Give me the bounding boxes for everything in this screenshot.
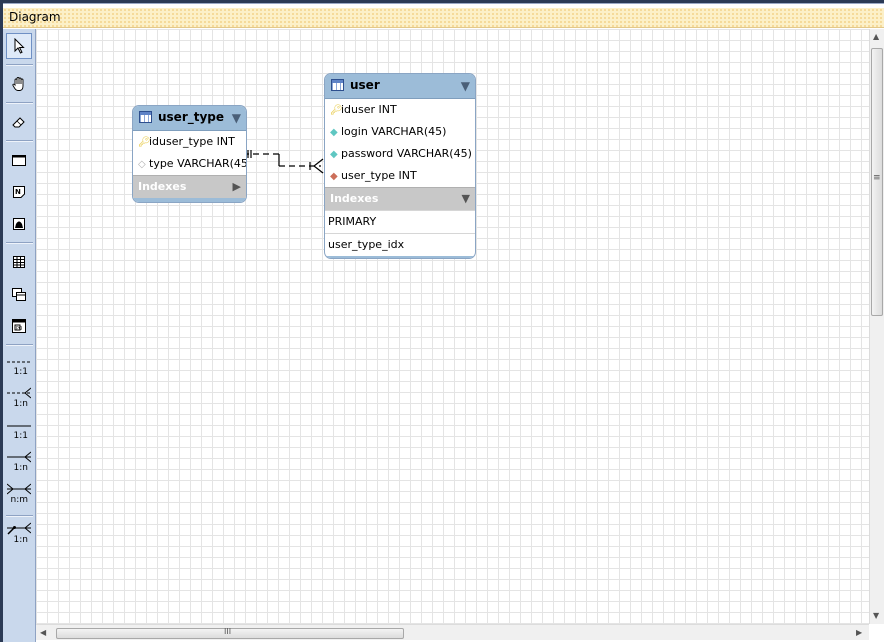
- table-header[interactable]: user_type ▼: [133, 106, 246, 131]
- scroll-grip: III: [224, 627, 232, 636]
- svg-text:PQ: PQ: [16, 325, 23, 331]
- rel-label: 1:1: [13, 367, 28, 377]
- scroll-up-arrow-icon[interactable]: ▲: [873, 32, 879, 41]
- indexes-header[interactable]: Indexes ▶: [133, 175, 246, 198]
- not-null-column-icon: ◆: [330, 127, 338, 138]
- vertical-scrollbar[interactable]: ▲ ≡ ▼: [869, 29, 884, 624]
- diagram-toolbar: N PQ 1:1 1:n 1:1 1:n n:m 1:n: [3, 29, 36, 642]
- table-footer: [325, 256, 475, 258]
- column-row[interactable]: ◆ login VARCHAR(45): [325, 121, 475, 143]
- image-icon: [13, 218, 25, 230]
- scroll-right-arrow-icon[interactable]: ▶: [856, 628, 862, 637]
- primary-key-icon: 🔑︎: [330, 105, 343, 116]
- rel-existing-columns-button[interactable]: 1:n: [6, 519, 32, 549]
- table-icon: [13, 256, 25, 268]
- column-label: type VARCHAR(45): [149, 157, 247, 170]
- scroll-down-arrow-icon[interactable]: ▼: [873, 611, 879, 620]
- expand-triangle-icon[interactable]: ▶: [233, 176, 241, 198]
- nullable-column-icon: ◇: [138, 159, 146, 170]
- collapse-triangle-icon[interactable]: ▼: [232, 111, 241, 125]
- column-row[interactable]: 🔑︎ iduser INT: [325, 99, 475, 121]
- indexes-header[interactable]: Indexes ▼: [325, 187, 475, 210]
- note-tool-button[interactable]: N: [6, 179, 32, 205]
- routine-group-icon: PQ: [12, 319, 26, 333]
- scroll-grip: ≡: [873, 173, 881, 183]
- view-icon: [12, 288, 26, 301]
- layer-tool-button[interactable]: [6, 147, 32, 173]
- image-tool-button[interactable]: [6, 211, 32, 237]
- diagram-canvas[interactable]: user_type ▼ 🔑︎ iduser_type INT ◇ type VA…: [36, 29, 869, 624]
- panel-title: Diagram: [3, 8, 884, 28]
- table-icon: [139, 111, 152, 123]
- note-icon: N: [13, 186, 25, 198]
- column-label: iduser INT: [341, 103, 397, 116]
- rel-1-1-solid-icon: [7, 425, 31, 427]
- rel-label: 1:1: [13, 431, 28, 441]
- index-row[interactable]: PRIMARY: [325, 210, 475, 233]
- rel-label: 1:n: [13, 399, 28, 409]
- view-tool-button[interactable]: [6, 281, 32, 307]
- eraser-tool-button[interactable]: [6, 109, 32, 135]
- horizontal-scroll-thumb[interactable]: III: [56, 627, 404, 639]
- foreign-key-column-icon: ◆: [330, 171, 338, 182]
- pointer-tool-button[interactable]: [6, 33, 32, 59]
- table-tool-button[interactable]: [6, 249, 32, 275]
- hand-tool-button[interactable]: [6, 71, 32, 97]
- table-header[interactable]: user ▼: [325, 74, 475, 99]
- rel-1-n-solid-button[interactable]: 1:n: [6, 449, 32, 479]
- table-name: user_type: [158, 110, 225, 124]
- rel-n-m-icon: [7, 483, 31, 495]
- rel-n-m-button[interactable]: n:m: [6, 481, 32, 511]
- collapse-triangle-icon[interactable]: ▼: [461, 79, 470, 93]
- column-label: iduser_type INT: [149, 135, 235, 148]
- indexes-label: Indexes: [330, 192, 379, 205]
- rel-label: 1:n: [13, 535, 28, 545]
- column-row[interactable]: ◆ password VARCHAR(45): [325, 143, 475, 165]
- collapse-triangle-icon[interactable]: ▼: [462, 188, 470, 210]
- rel-1-n-dashed-icon: [7, 387, 31, 399]
- rel-1-n-solid-icon: [7, 451, 31, 463]
- table-user_type[interactable]: user_type ▼ 🔑︎ iduser_type INT ◇ type VA…: [132, 105, 247, 203]
- rel-1-n-dashed-button[interactable]: 1:n: [6, 385, 32, 415]
- svg-text:N: N: [15, 188, 21, 196]
- table-footer: [133, 198, 246, 202]
- pointer-icon: [14, 38, 25, 54]
- eraser-icon: [12, 117, 25, 128]
- table-user[interactable]: user ▼ 🔑︎ iduser INT ◆ login VARCHAR(45)…: [324, 73, 476, 259]
- table-icon: [331, 79, 344, 91]
- layer-icon: [12, 155, 26, 166]
- index-row[interactable]: user_type_idx: [325, 233, 475, 256]
- not-null-column-icon: ◆: [330, 149, 338, 160]
- diagram-panel: Diagram N PQ 1:1 1:n 1:1 1:n n:m 1:n use…: [3, 3, 884, 642]
- column-label: user_type INT: [341, 169, 417, 182]
- table-name: user: [350, 78, 380, 92]
- rel-1-1-dashed-button[interactable]: 1:1: [6, 353, 32, 383]
- routine-group-tool-button[interactable]: PQ: [6, 313, 32, 339]
- hand-icon: [12, 77, 24, 91]
- column-label: password VARCHAR(45): [341, 147, 472, 160]
- column-row[interactable]: ◇ type VARCHAR(45): [133, 153, 246, 175]
- column-row[interactable]: 🔑︎ iduser_type INT: [133, 131, 246, 153]
- rel-label: n:m: [10, 495, 28, 505]
- column-label: login VARCHAR(45): [341, 125, 447, 138]
- indexes-label: Indexes: [138, 180, 187, 193]
- column-row[interactable]: ◆ user_type INT: [325, 165, 475, 187]
- rel-label: 1:n: [13, 463, 28, 473]
- scroll-left-arrow-icon[interactable]: ◀: [40, 628, 46, 637]
- rel-1-1-dashed-icon: [7, 361, 31, 363]
- vertical-scroll-thumb[interactable]: ≡: [871, 48, 883, 316]
- rel-1-1-solid-button[interactable]: 1:1: [6, 417, 32, 447]
- rel-existing-columns-icon: [7, 522, 31, 535]
- primary-key-icon: 🔑︎: [138, 137, 151, 148]
- horizontal-scrollbar[interactable]: ◀ III ▶: [36, 624, 869, 640]
